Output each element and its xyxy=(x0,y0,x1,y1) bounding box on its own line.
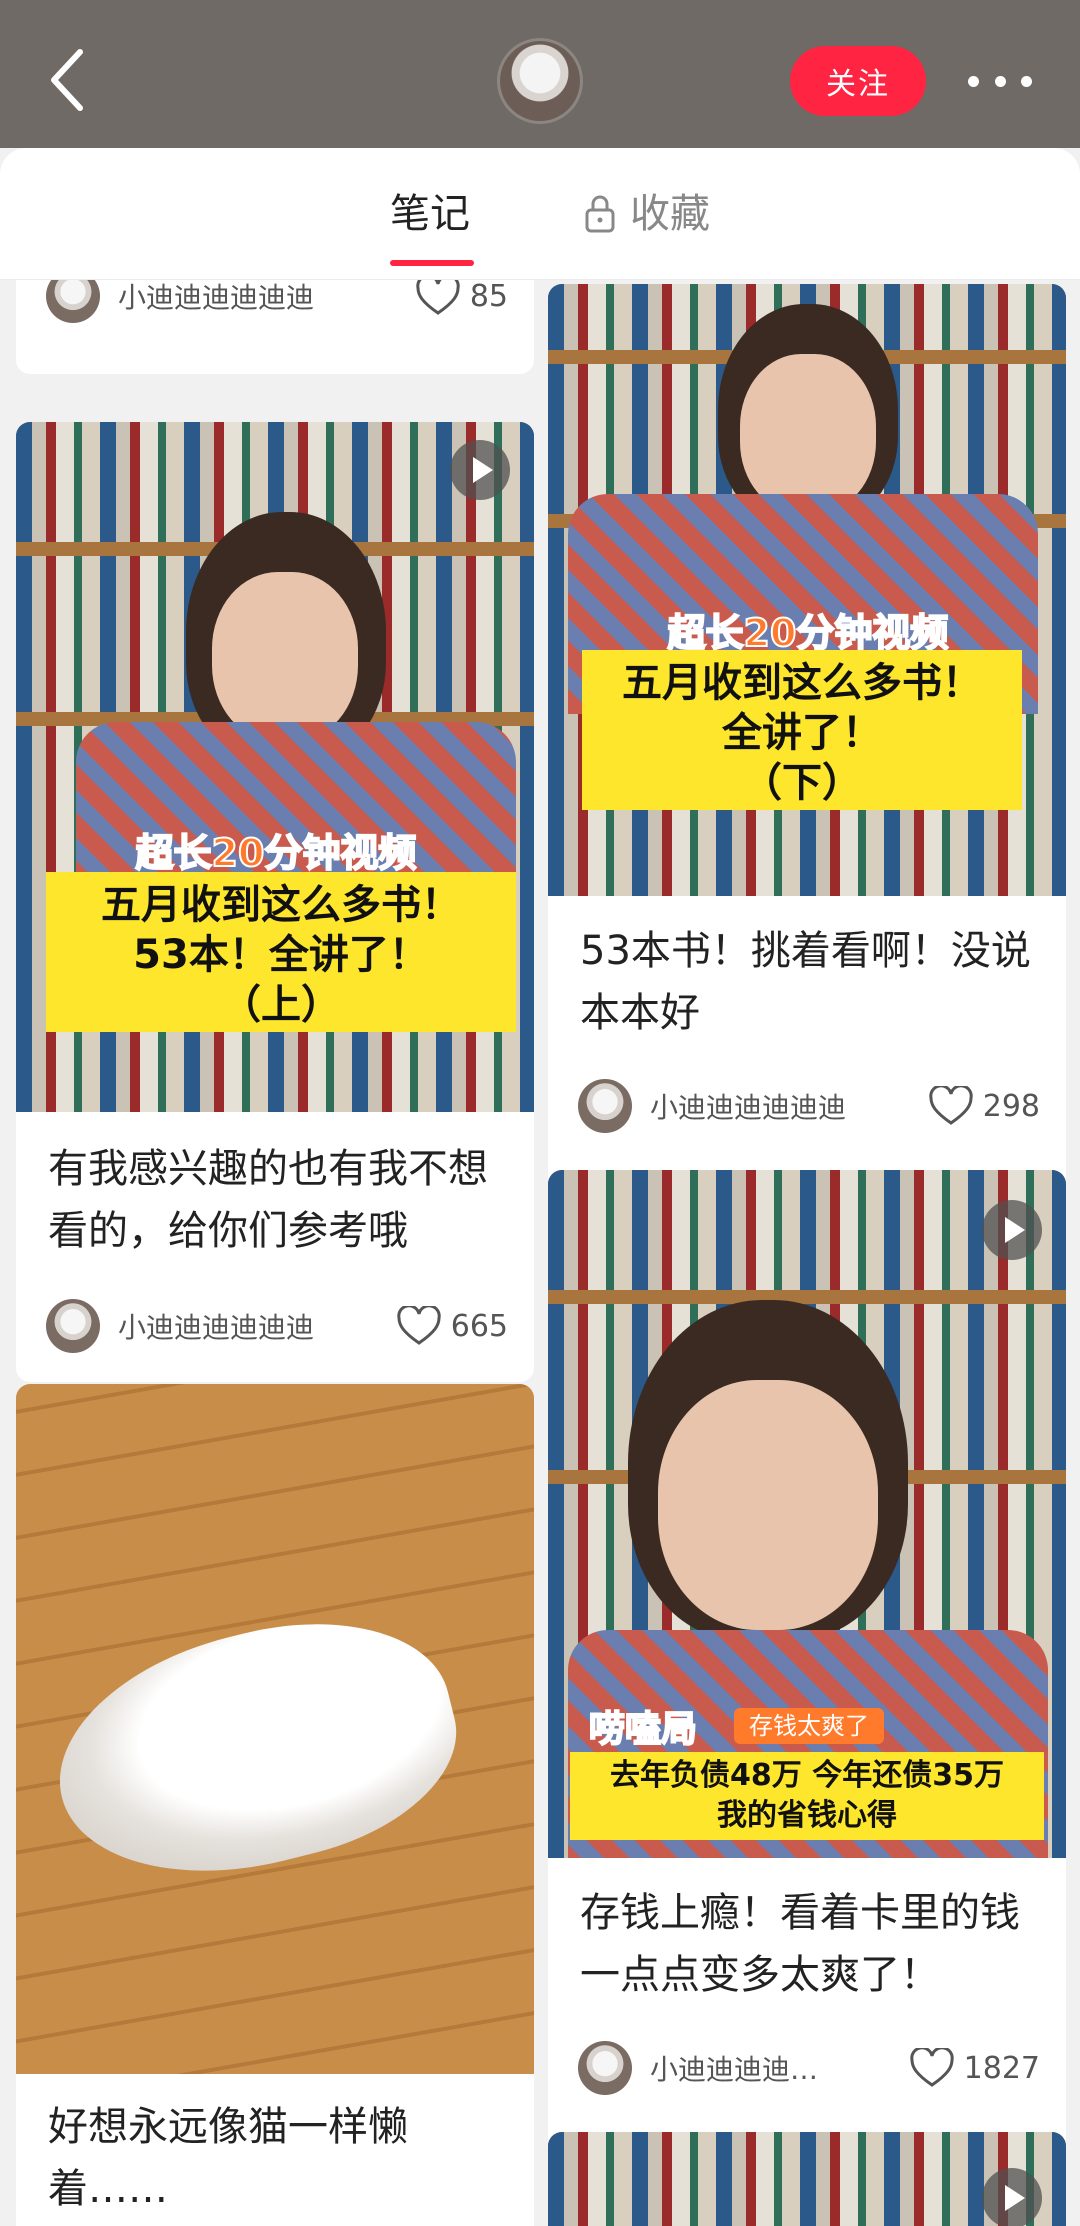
overlay-banner: 去年负债48万 今年还债35万 我的省钱心得 xyxy=(570,1752,1044,1840)
heart-icon[interactable] xyxy=(909,2048,954,2088)
card-meta: 小迪迪迪迪… 1827 xyxy=(578,2040,1040,2096)
overlay-banner: 五月收到这么多书！ 全讲了！ （下） xyxy=(582,650,1022,810)
card-meta: 小迪迪迪迪迪迪 665 xyxy=(46,1298,508,1354)
active-tab-indicator xyxy=(390,260,474,266)
author-name[interactable]: 小迪迪迪迪… xyxy=(650,2048,910,2088)
overlay-line: 53本！全讲了！ xyxy=(133,932,429,978)
overlay-line: 去年负债48万 今年还债35万 xyxy=(610,1758,1004,1793)
video-thumbnail[interactable] xyxy=(548,2132,1066,2226)
tab-notes[interactable]: 笔记 xyxy=(390,186,470,242)
overlay-banner: 五月收到这么多书！ 53本！全讲了！ （上） xyxy=(46,872,516,1032)
overlay-caption: 超长20分钟视频 xyxy=(667,610,950,656)
note-card[interactable] xyxy=(548,2132,1066,2226)
profile-avatar[interactable] xyxy=(497,38,583,124)
like-count: 298 xyxy=(982,1088,1040,1124)
overlay-line: （上） xyxy=(221,982,341,1028)
tab-collect-label: 收藏 xyxy=(630,191,710,237)
tab-collect[interactable]: 收藏 xyxy=(584,186,710,242)
author-avatar[interactable] xyxy=(46,1299,100,1353)
overlay-line: （下） xyxy=(742,760,862,806)
author-avatar[interactable] xyxy=(578,2041,632,2095)
card-meta: 小迪迪迪迪迪迪 298 xyxy=(578,1078,1040,1134)
overlay-line: 全讲了！ xyxy=(722,710,882,756)
note-card[interactable]: 超长20分钟视频 五月收到这么多书！ 53本！全讲了！ （上） 有我感兴趣的也有… xyxy=(16,422,534,1382)
overlay-line: 五月收到这么多书！ xyxy=(622,660,982,706)
tab-notes-label: 笔记 xyxy=(390,191,470,237)
heart-icon[interactable] xyxy=(397,1306,441,1346)
video-thumbnail[interactable]: 唠嗑局 存钱太爽了 去年负债48万 今年还债35万 我的省钱心得 xyxy=(548,1170,1066,1858)
overlay-subtag: 存钱太爽了 xyxy=(734,1708,884,1744)
author-name[interactable]: 小迪迪迪迪迪迪 xyxy=(650,1086,929,1126)
overlay-caption: 超长20分钟视频 xyxy=(135,830,418,876)
tab-bar: 笔记 收藏 xyxy=(0,148,1080,280)
note-title: 存钱上瘾！看着卡里的钱一点点变多太爽了！ xyxy=(580,1890,1020,1998)
note-card[interactable]: 超长20分钟视频 五月收到这么多书！ 全讲了！ （下） 53本书！挑着看啊！没说… xyxy=(548,284,1066,1294)
note-title: 好想永远像猫一样懒着…… xyxy=(48,2104,408,2212)
overlay-line: 五月收到这么多书！ xyxy=(101,882,461,928)
play-icon xyxy=(450,440,510,500)
image-thumbnail[interactable] xyxy=(16,1384,534,2074)
heart-icon[interactable] xyxy=(929,1086,973,1126)
video-thumbnail[interactable]: 超长20分钟视频 五月收到这么多书！ 全讲了！ （下） xyxy=(548,284,1066,896)
author-avatar[interactable] xyxy=(578,1079,632,1133)
play-icon xyxy=(982,2168,1042,2226)
author-name[interactable]: 小迪迪迪迪迪迪 xyxy=(118,276,416,316)
like-count: 1827 xyxy=(963,2050,1040,2086)
top-bar: 关注 xyxy=(0,0,1080,148)
more-icon[interactable] xyxy=(968,66,1032,96)
play-icon xyxy=(982,1200,1042,1260)
lock-icon xyxy=(585,195,615,233)
note-title: 53本书！挑着看啊！没说本本好 xyxy=(580,928,1031,1036)
follow-button[interactable]: 关注 xyxy=(790,46,926,116)
author-name[interactable]: 小迪迪迪迪迪迪 xyxy=(118,1306,397,1346)
note-title: 有我感兴趣的也有我不想看的，给你们参考哦 xyxy=(48,1146,488,1254)
overlay-tag: 唠嗑局 xyxy=(588,1708,698,1751)
heart-icon[interactable] xyxy=(416,276,460,316)
note-card[interactable]: 唠嗑局 存钱太爽了 去年负债48万 今年还债35万 我的省钱心得 存钱上瘾！看着… xyxy=(548,1170,1066,2204)
overlay-line: 我的省钱心得 xyxy=(717,1798,897,1833)
like-count: 665 xyxy=(450,1308,508,1344)
note-card[interactable]: 好想永远像猫一样懒着…… xyxy=(16,1384,534,2226)
content-sheet: 笔记 收藏 小迪迪迪迪迪迪 85 超长20分钟视频 五月收到这么多书！ 53本！… xyxy=(0,148,1080,2226)
back-arrow-icon[interactable] xyxy=(44,46,94,114)
like-count: 85 xyxy=(469,278,508,314)
video-thumbnail[interactable]: 超长20分钟视频 五月收到这么多书！ 53本！全讲了！ （上） xyxy=(16,422,534,1112)
